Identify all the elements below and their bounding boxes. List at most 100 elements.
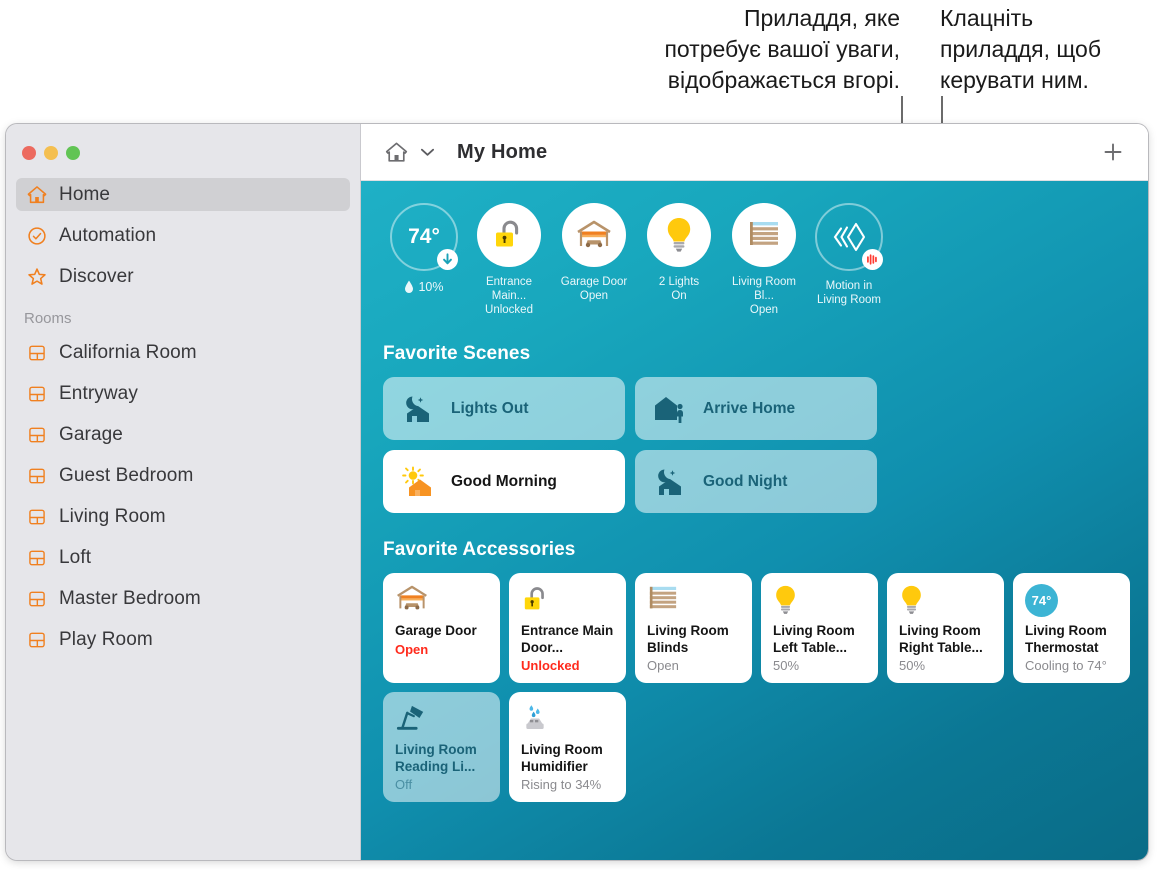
accessory-name: Living Room Thermostat [1025, 623, 1107, 655]
favorite-scenes-grid: Lights Out Arrive Home Good Morning Good… [383, 377, 1148, 513]
blinds-icon [647, 584, 740, 618]
humidity-value: 10% [418, 280, 444, 294]
sidebar-item-master-bedroom[interactable]: Master Bedroom [16, 583, 350, 615]
status-blinds[interactable]: Living Room Bl... Open [725, 203, 803, 317]
lightbulb-icon [647, 203, 711, 267]
moon-house-icon [399, 392, 437, 426]
accessory-state: 50% [899, 658, 926, 673]
home-icon[interactable] [383, 139, 410, 166]
sidebar: Home Automation Discover Rooms Californi… [6, 124, 361, 860]
sidebar-item-label: Loft [59, 547, 92, 568]
status-label: 2 Lights On [658, 276, 700, 302]
sidebar-item-label: Master Bedroom [59, 588, 201, 609]
accessory-state: Unlocked [521, 658, 580, 673]
accessory-living-room-right-table-lamp[interactable]: Living Room Right Table... 50% [887, 573, 1004, 683]
lightbulb-icon [773, 584, 866, 618]
sidebar-item-label: California Room [59, 342, 197, 363]
room-icon [24, 340, 50, 366]
status-thermostat[interactable]: 74° 10% [385, 203, 463, 317]
lightbulb-icon [899, 584, 992, 618]
status-label: Entrance Main... Unlocked [485, 276, 533, 316]
status-label: Living Room Bl... Open [732, 276, 796, 316]
unlocked-padlock-icon [521, 584, 614, 618]
status-garage-door[interactable]: Garage Door Open [555, 203, 633, 317]
status-temperature: 74° [408, 225, 440, 248]
status-entrance-lock[interactable]: Entrance Main... Unlocked [470, 203, 548, 317]
favorite-accessories-title: Favorite Accessories [383, 539, 576, 560]
room-icon [24, 545, 50, 571]
accessory-living-room-reading-light[interactable]: Living Room Reading Li... Off [383, 692, 500, 802]
accessory-living-room-left-table-lamp[interactable]: Living Room Left Table... 50% [761, 573, 878, 683]
room-icon [24, 504, 50, 530]
star-icon [24, 264, 50, 290]
accessory-name: Living Room Right Table... [899, 623, 983, 655]
annotation-top-accessories: Приладдя, яке потребує вашої уваги, відо… [664, 5, 900, 93]
accessory-name: Living Room Blinds [647, 623, 729, 655]
accessory-living-room-thermostat[interactable]: 74° Living Room Thermostat Cooling to 74… [1013, 573, 1130, 683]
sidebar-item-guest-bedroom[interactable]: Guest Bedroom [16, 460, 350, 492]
house-person-icon [651, 392, 689, 426]
window-traffic-lights [22, 146, 80, 160]
room-icon [24, 627, 50, 653]
sidebar-nav: Home Automation Discover [6, 178, 360, 293]
annotation-click-accessory: Клацніть приладдя, щоб керувати ним. [940, 5, 1102, 93]
thermostat-temperature: 74° [1025, 584, 1058, 617]
garage-door-icon [395, 584, 488, 618]
favorite-scenes-title: Favorite Scenes [383, 343, 531, 364]
close-button[interactable] [22, 146, 36, 160]
accessory-name: Living Room Reading Li... [395, 742, 477, 774]
accessory-name: Garage Door [395, 623, 477, 638]
zoom-button[interactable] [66, 146, 80, 160]
accessory-entrance-main-door[interactable]: Entrance Main Door... Unlocked [509, 573, 626, 683]
sidebar-item-living-room[interactable]: Living Room [16, 501, 350, 533]
accessory-living-room-humidifier[interactable]: Living Room Humidifier Rising to 34% [509, 692, 626, 802]
thermostat-pill-icon: 74° [1025, 584, 1118, 618]
scene-good-morning[interactable]: Good Morning [383, 450, 625, 513]
motion-sensor-icon [815, 203, 883, 271]
sidebar-item-discover[interactable]: Discover [16, 260, 350, 293]
favorite-accessories-grid: Garage Door Open Entrance Main Door... U… [383, 573, 1148, 802]
sidebar-item-california-room[interactable]: California Room [16, 337, 350, 369]
sidebar-item-home[interactable]: Home [16, 178, 350, 211]
add-button[interactable] [1100, 139, 1126, 165]
sidebar-item-label: Automation [59, 224, 157, 246]
sidebar-item-garage[interactable]: Garage [16, 419, 350, 451]
accessory-living-room-blinds[interactable]: Living Room Blinds Open [635, 573, 752, 683]
sidebar-rooms-list: California Room Entryway Garage Guest Be… [6, 337, 360, 656]
sidebar-item-loft[interactable]: Loft [16, 542, 350, 574]
page-title: My Home [457, 140, 548, 163]
room-icon [24, 422, 50, 448]
moon-house-icon [651, 465, 689, 499]
cooling-down-arrow-badge [437, 249, 458, 270]
accessory-name: Living Room Left Table... [773, 623, 855, 655]
accessory-state: Open [647, 658, 679, 673]
water-drop-icon [405, 280, 414, 293]
accessory-state: Off [395, 777, 413, 792]
scene-good-night[interactable]: Good Night [635, 450, 877, 513]
accessory-state: Open [395, 641, 429, 657]
clock-check-icon [24, 223, 50, 249]
sidebar-item-label: Garage [59, 424, 123, 445]
accessory-garage-door[interactable]: Garage Door Open [383, 573, 500, 683]
accessory-state: 50% [773, 658, 800, 673]
unlocked-padlock-icon [477, 203, 541, 267]
home-canvas: 74° 10% Entrance Main... Unlocked Garage… [361, 181, 1148, 860]
status-lights[interactable]: 2 Lights On [640, 203, 718, 317]
status-strip: 74° 10% Entrance Main... Unlocked Garage… [361, 181, 1148, 317]
status-label: Garage Door Open [560, 276, 628, 302]
status-motion-sensor[interactable]: Motion in Living Room [810, 203, 888, 317]
room-icon [24, 381, 50, 407]
scene-arrive-home[interactable]: Arrive Home [635, 377, 877, 440]
chevron-down-icon[interactable] [419, 147, 435, 157]
minimize-button[interactable] [44, 146, 58, 160]
sidebar-item-automation[interactable]: Automation [16, 219, 350, 252]
sidebar-item-play-room[interactable]: Play Room [16, 624, 350, 656]
sidebar-item-label: Home [59, 183, 111, 205]
sidebar-item-label: Play Room [59, 629, 153, 650]
thermostat-ring-icon: 74° [390, 203, 458, 271]
sidebar-item-entryway[interactable]: Entryway [16, 378, 350, 410]
sun-house-icon [399, 465, 437, 499]
garage-door-icon [562, 203, 626, 267]
scene-lights-out[interactable]: Lights Out [383, 377, 625, 440]
accessory-name: Living Room Humidifier [521, 742, 603, 774]
